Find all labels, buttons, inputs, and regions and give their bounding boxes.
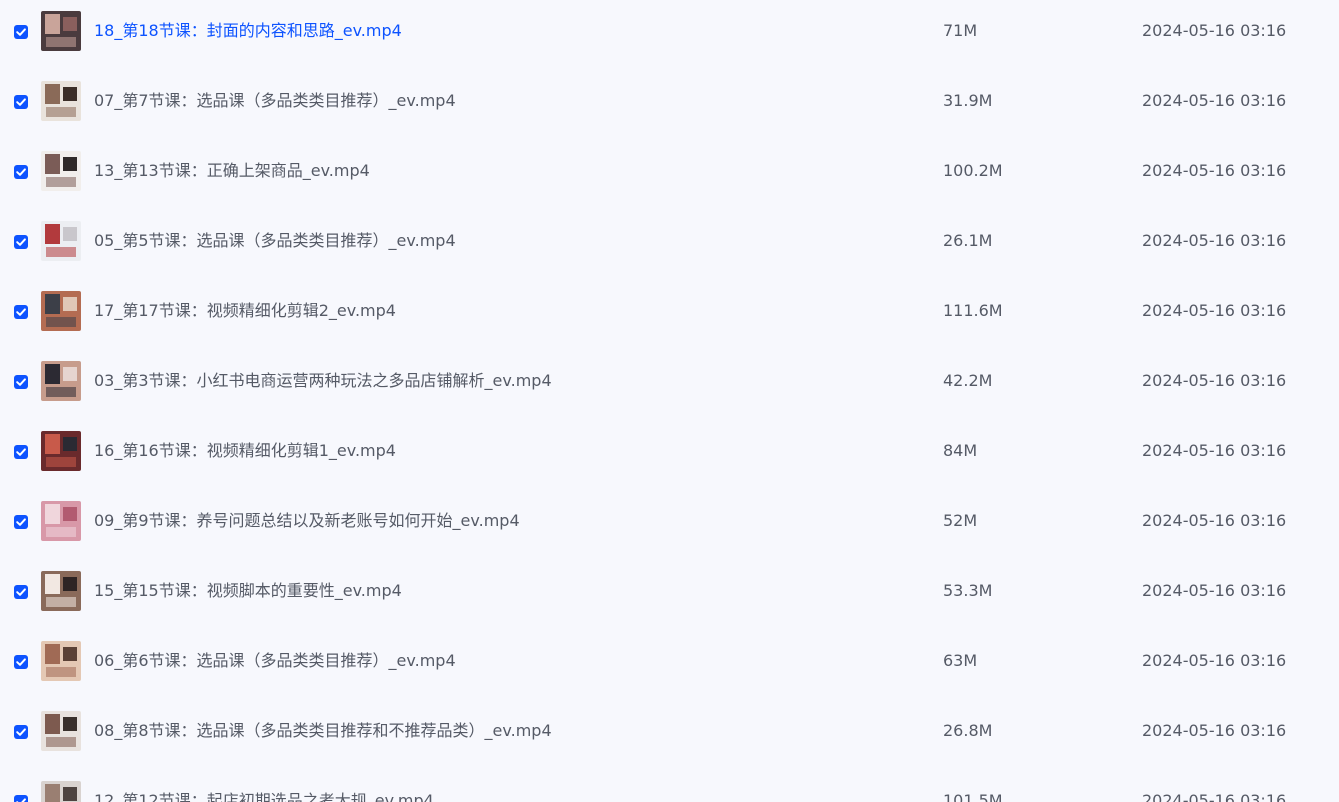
video-thumbnail[interactable] xyxy=(41,361,81,401)
file-row[interactable]: 05_第5节课：选品课（多品类类目推荐）_ev.mp4 26.1M 2024-05-… xyxy=(0,209,1339,279)
file-row[interactable]: 07_第7节课：选品课（多品类类目推荐）_ev.mp4 31.9M 2024-05-… xyxy=(0,69,1339,139)
checkmark-icon xyxy=(16,308,26,316)
file-row[interactable]: 13_第13节课：正确上架商品_ev.mp4 100.2M 2024-05-16 0… xyxy=(0,139,1339,209)
file-row[interactable]: 18_第18节课：封面的内容和思路_ev.mp4 71M 2024-05-16 03… xyxy=(0,0,1339,69)
file-size: 101.5M xyxy=(943,791,1003,802)
file-row[interactable]: 09_第9节课：养号问题总结以及新老账号如何开始_ev.mp4 52M 2024-0… xyxy=(0,489,1339,559)
file-size: 26.1M xyxy=(943,231,993,250)
checkmark-icon xyxy=(16,798,26,802)
video-thumbnail[interactable] xyxy=(41,81,81,121)
file-size: 42.2M xyxy=(943,371,993,390)
modified-date: 2024-05-16 03:16 xyxy=(1142,511,1287,530)
video-thumbnail[interactable] xyxy=(41,431,81,471)
file-list: 18_第18节课：封面的内容和思路_ev.mp4 71M 2024-05-16 03… xyxy=(0,0,1339,802)
video-thumbnail[interactable] xyxy=(41,221,81,261)
thumbnail-image xyxy=(41,711,81,751)
file-row[interactable]: 08_第8节课：选品课（多品类类目推荐和不推荐品类）_ev.mp4 26.8M 20… xyxy=(0,699,1339,769)
modified-date: 2024-05-16 03:16 xyxy=(1142,791,1287,802)
file-name[interactable]: 13_第13节课：正确上架商品_ev.mp4 xyxy=(94,159,370,183)
checkmark-icon xyxy=(16,168,26,176)
modified-date: 2024-05-16 03:16 xyxy=(1142,301,1287,320)
modified-date: 2024-05-16 03:16 xyxy=(1142,581,1287,600)
modified-date: 2024-05-16 03:16 xyxy=(1142,441,1287,460)
thumbnail-image xyxy=(41,151,81,191)
row-checkbox[interactable] xyxy=(14,795,28,802)
video-thumbnail[interactable] xyxy=(41,151,81,191)
modified-date: 2024-05-16 03:16 xyxy=(1142,371,1287,390)
modified-date: 2024-05-16 03:16 xyxy=(1142,91,1287,110)
file-row[interactable]: 03_第3节课：小红书电商运营两种玩法之多品店铺解析_ev.mp4 42.2M 20… xyxy=(0,349,1339,419)
checkmark-icon xyxy=(16,588,26,596)
modified-date: 2024-05-16 03:16 xyxy=(1142,231,1287,250)
video-thumbnail[interactable] xyxy=(41,291,81,331)
file-name[interactable]: 12_第12节课：起店初期选品之考大规_ev.mp4 xyxy=(94,789,434,802)
file-size: 84M xyxy=(943,441,978,460)
video-thumbnail[interactable] xyxy=(41,711,81,751)
file-size: 26.8M xyxy=(943,721,993,740)
thumbnail-image xyxy=(41,501,81,541)
checkmark-icon xyxy=(16,728,26,736)
video-thumbnail[interactable] xyxy=(41,501,81,541)
row-checkbox[interactable] xyxy=(14,305,28,319)
file-row[interactable]: 06_第6节课：选品课（多品类类目推荐）_ev.mp4 63M 2024-05-16… xyxy=(0,629,1339,699)
thumbnail-image xyxy=(41,291,81,331)
file-row[interactable]: 15_第15节课：视频脚本的重要性_ev.mp4 53.3M 2024-05-16 … xyxy=(0,559,1339,629)
video-thumbnail[interactable] xyxy=(41,781,81,802)
modified-date: 2024-05-16 03:16 xyxy=(1142,651,1287,670)
row-checkbox[interactable] xyxy=(14,235,28,249)
thumbnail-image xyxy=(41,11,81,51)
file-row[interactable]: 16_第16节课：视频精细化剪辑1_ev.mp4 84M 2024-05-16 03… xyxy=(0,419,1339,489)
file-name[interactable]: 08_第8节课：选品课（多品类类目推荐和不推荐品类）_ev.mp4 xyxy=(94,719,552,743)
file-name[interactable]: 15_第15节课：视频脚本的重要性_ev.mp4 xyxy=(94,579,402,603)
file-name[interactable]: 16_第16节课：视频精细化剪辑1_ev.mp4 xyxy=(94,439,396,463)
checkmark-icon xyxy=(16,28,26,36)
row-checkbox[interactable] xyxy=(14,585,28,599)
video-thumbnail[interactable] xyxy=(41,641,81,681)
file-size: 111.6M xyxy=(943,301,1003,320)
row-checkbox[interactable] xyxy=(14,445,28,459)
thumbnail-image xyxy=(41,571,81,611)
file-row[interactable]: 12_第12节课：起店初期选品之考大规_ev.mp4 101.5M 2024-05-… xyxy=(0,769,1339,802)
video-thumbnail[interactable] xyxy=(41,11,81,51)
modified-date: 2024-05-16 03:16 xyxy=(1142,21,1287,40)
file-size: 53.3M xyxy=(943,581,993,600)
thumbnail-image xyxy=(41,781,81,802)
row-checkbox[interactable] xyxy=(14,25,28,39)
file-name[interactable]: 06_第6节课：选品课（多品类类目推荐）_ev.mp4 xyxy=(94,649,456,673)
checkmark-icon xyxy=(16,448,26,456)
row-checkbox[interactable] xyxy=(14,375,28,389)
thumbnail-image xyxy=(41,361,81,401)
file-size: 52M xyxy=(943,511,978,530)
file-name[interactable]: 03_第3节课：小红书电商运营两种玩法之多品店铺解析_ev.mp4 xyxy=(94,369,552,393)
checkmark-icon xyxy=(16,378,26,386)
thumbnail-image xyxy=(41,81,81,121)
file-size: 63M xyxy=(943,651,978,670)
thumbnail-image xyxy=(41,641,81,681)
checkmark-icon xyxy=(16,98,26,106)
checkmark-icon xyxy=(16,658,26,666)
file-name[interactable]: 07_第7节课：选品课（多品类类目推荐）_ev.mp4 xyxy=(94,89,456,113)
file-size: 31.9M xyxy=(943,91,993,110)
checkmark-icon xyxy=(16,238,26,246)
row-checkbox[interactable] xyxy=(14,655,28,669)
file-name[interactable]: 18_第18节课：封面的内容和思路_ev.mp4 xyxy=(94,19,402,43)
row-checkbox[interactable] xyxy=(14,165,28,179)
checkmark-icon xyxy=(16,518,26,526)
video-thumbnail[interactable] xyxy=(41,571,81,611)
row-checkbox[interactable] xyxy=(14,515,28,529)
row-checkbox[interactable] xyxy=(14,725,28,739)
thumbnail-image xyxy=(41,431,81,471)
file-name[interactable]: 17_第17节课：视频精细化剪辑2_ev.mp4 xyxy=(94,299,396,323)
file-size: 100.2M xyxy=(943,161,1003,180)
file-row[interactable]: 17_第17节课：视频精细化剪辑2_ev.mp4 111.6M 2024-05-16… xyxy=(0,279,1339,349)
modified-date: 2024-05-16 03:16 xyxy=(1142,161,1287,180)
modified-date: 2024-05-16 03:16 xyxy=(1142,721,1287,740)
row-checkbox[interactable] xyxy=(14,95,28,109)
file-size: 71M xyxy=(943,21,978,40)
file-name[interactable]: 09_第9节课：养号问题总结以及新老账号如何开始_ev.mp4 xyxy=(94,509,520,533)
thumbnail-image xyxy=(41,221,81,261)
file-name[interactable]: 05_第5节课：选品课（多品类类目推荐）_ev.mp4 xyxy=(94,229,456,253)
